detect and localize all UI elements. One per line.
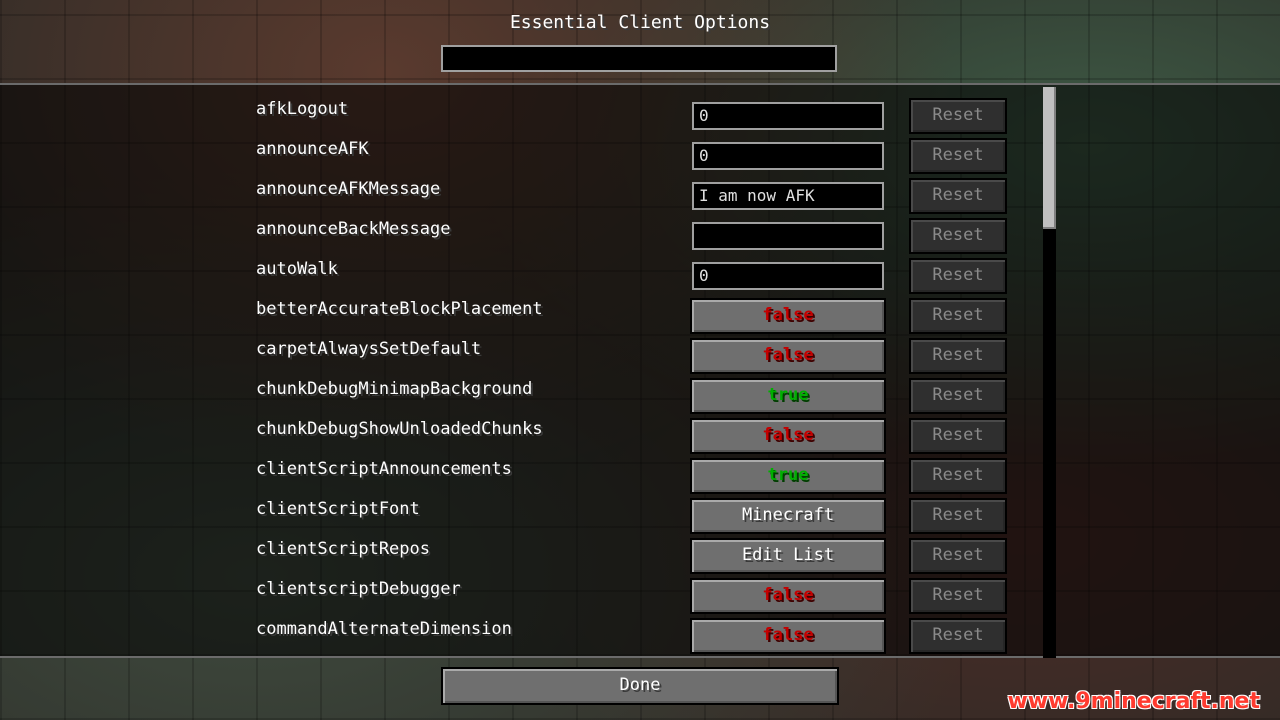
option-row: clientScriptAnnouncements true Reset — [0, 457, 1280, 497]
reset-button[interactable]: Reset — [909, 218, 1007, 254]
screen-title: Essential Client Options — [509, 12, 771, 33]
option-label: afkLogout — [256, 99, 349, 119]
option-label: announceAFK — [256, 139, 369, 159]
option-value-label: true — [767, 465, 809, 485]
option-row: commandAlternateDimension false Reset — [0, 617, 1280, 657]
option-label: clientscriptDebugger — [256, 579, 461, 599]
option-value-field[interactable]: 0 — [692, 102, 884, 130]
option-label: announceAFKMessage — [256, 179, 441, 199]
option-row: chunkDebugShowUnloadedChunks false Reset — [0, 417, 1280, 457]
search-input[interactable] — [441, 45, 837, 72]
option-row: chunkDebugMinimapBackground true Reset — [0, 377, 1280, 417]
option-label: clientScriptRepos — [256, 539, 430, 559]
option-row: clientScriptRepos Edit List Reset — [0, 537, 1280, 577]
reset-button[interactable]: Reset — [909, 378, 1007, 414]
options-list[interactable]: afkLogout 0 Reset announceAFK 0 Reset announce… — [0, 83, 1280, 658]
option-value-label: false — [762, 345, 814, 365]
option-label: commandAlternateDimension — [256, 619, 512, 639]
reset-button[interactable]: Reset — [909, 98, 1007, 134]
option-toggle-button[interactable]: false — [690, 618, 886, 654]
scrollbar-thumb[interactable] — [1043, 87, 1056, 229]
edit-list-button[interactable]: Edit List — [690, 538, 886, 574]
option-value-label: false — [762, 425, 814, 445]
reset-button[interactable]: Reset — [909, 418, 1007, 454]
option-label: chunkDebugShowUnloadedChunks — [256, 419, 543, 439]
option-value-label: true — [767, 385, 809, 405]
option-toggle-button[interactable]: false — [690, 298, 886, 334]
option-value-label: false — [762, 625, 814, 645]
done-button[interactable]: Done — [441, 667, 839, 705]
option-label: chunkDebugMinimapBackground — [256, 379, 533, 399]
option-value-label: false — [762, 305, 814, 325]
option-label: clientScriptFont — [256, 499, 420, 519]
option-row: afkLogout 0 Reset — [0, 97, 1280, 137]
reset-button[interactable]: Reset — [909, 138, 1007, 174]
option-value-field[interactable] — [692, 222, 884, 250]
reset-button[interactable]: Reset — [909, 618, 1007, 654]
option-row: announceAFKMessage I am now AFK Reset — [0, 177, 1280, 217]
option-toggle-button[interactable]: false — [690, 578, 886, 614]
reset-button[interactable]: Reset — [909, 578, 1007, 614]
option-value-label: Edit List — [741, 545, 835, 565]
option-value-label: false — [762, 585, 814, 605]
option-row: clientscriptDebugger false Reset — [0, 577, 1280, 617]
option-row: announceBackMessage Reset — [0, 217, 1280, 257]
option-row: clientScriptFont Minecraft Reset — [0, 497, 1280, 537]
reset-button[interactable]: Reset — [909, 298, 1007, 334]
option-label: clientScriptAnnouncements — [256, 459, 512, 479]
reset-button[interactable]: Reset — [909, 538, 1007, 574]
option-label: announceBackMessage — [256, 219, 451, 239]
option-toggle-button[interactable]: true — [690, 458, 886, 494]
option-value-field[interactable]: 0 — [692, 262, 884, 290]
option-toggle-button[interactable]: false — [690, 338, 886, 374]
option-value-label: Minecraft — [741, 505, 835, 525]
option-label: carpetAlwaysSetDefault — [256, 339, 482, 359]
reset-button[interactable]: Reset — [909, 458, 1007, 494]
option-cycle-button[interactable]: Minecraft — [690, 498, 886, 534]
option-row: autoWalk 0 Reset — [0, 257, 1280, 297]
option-toggle-button[interactable]: true — [690, 378, 886, 414]
option-row: carpetAlwaysSetDefault false Reset — [0, 337, 1280, 377]
watermark: www.9minecraft.net — [1007, 689, 1260, 714]
option-row: betterAccurateBlockPlacement false Reset — [0, 297, 1280, 337]
reset-button[interactable]: Reset — [909, 498, 1007, 534]
option-value-field[interactable]: I am now AFK — [692, 182, 884, 210]
reset-button[interactable]: Reset — [909, 258, 1007, 294]
reset-button[interactable]: Reset — [909, 178, 1007, 214]
option-label: autoWalk — [256, 259, 338, 279]
option-row: announceAFK 0 Reset — [0, 137, 1280, 177]
option-toggle-button[interactable]: false — [690, 418, 886, 454]
option-label: betterAccurateBlockPlacement — [256, 299, 543, 319]
reset-button[interactable]: Reset — [909, 338, 1007, 374]
option-value-field[interactable]: 0 — [692, 142, 884, 170]
